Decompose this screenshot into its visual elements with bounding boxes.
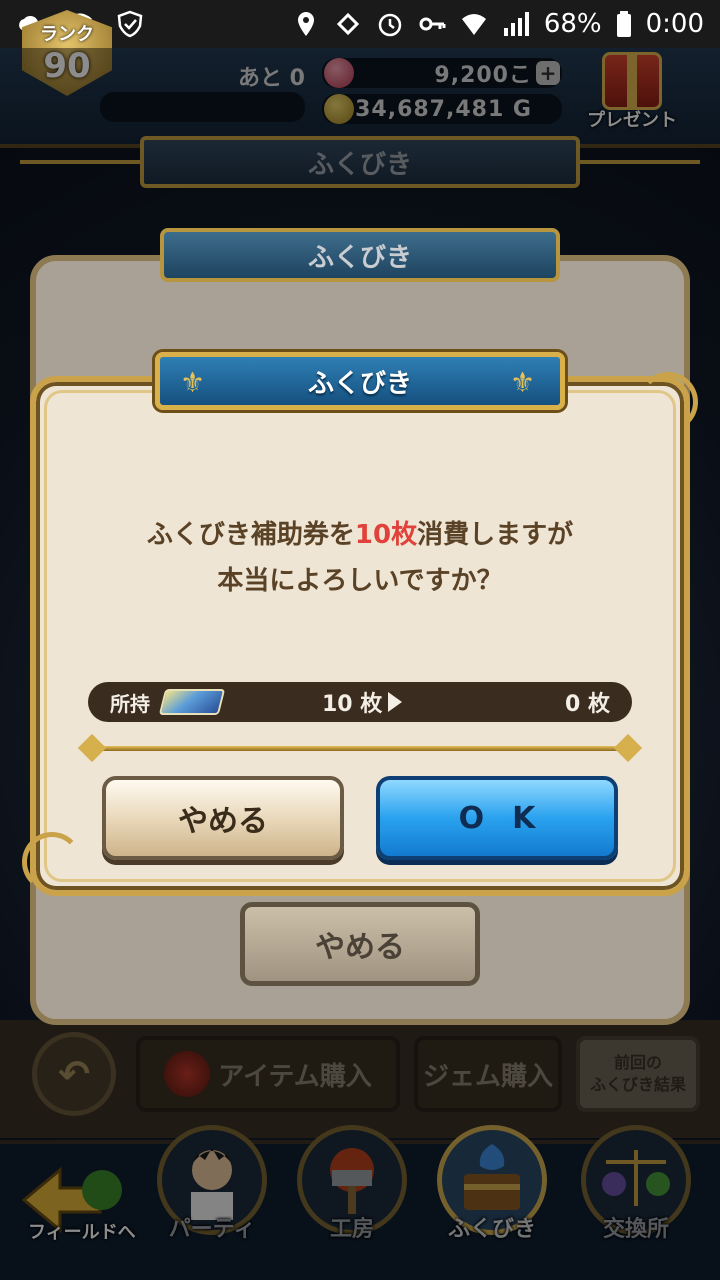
ticket-icon (158, 689, 226, 715)
message-highlight: 10枚 (354, 520, 418, 550)
message-prefix: ふくびき補助券を (146, 520, 355, 550)
clock: 0:00 (645, 9, 704, 39)
confirm-message: ふくびき補助券を10枚消費しますが 本当によろしいですか？ (60, 512, 660, 604)
fleur-right-icon: ⚜ (510, 366, 536, 399)
message-suffix: 消費しますが (417, 520, 574, 550)
fleur-left-icon: ⚜ (180, 366, 206, 399)
back-cancel-label: やめる (315, 930, 405, 965)
ok-button[interactable]: OK (376, 776, 618, 860)
shield-check-icon (117, 10, 143, 38)
nfc-icon (336, 12, 359, 36)
cancel-button[interactable]: やめる (102, 776, 344, 860)
message-line-2: 本当によろしいですか？ (217, 566, 503, 596)
location-icon (297, 12, 314, 36)
battery-percent: 68% (543, 9, 602, 39)
message-line-1: ふくびき補助券を10枚消費しますが (60, 512, 660, 558)
back-dialog-banner: ふくびき (160, 228, 560, 282)
owned-ticket-bar: 所持 10 枚 0 枚 (88, 682, 632, 722)
dialog-title: ふくびき (307, 368, 412, 399)
back-dialog-title: ふくびき (307, 242, 412, 273)
signal-icon (503, 12, 529, 36)
back-cancel-button[interactable]: やめる (240, 902, 480, 986)
arrow-right-icon (388, 692, 403, 712)
corner-ornament-bottom-left (22, 832, 82, 892)
owned-label: 所持 (110, 691, 150, 716)
rank-label: ランク (40, 24, 94, 45)
alarm-icon (378, 13, 402, 37)
corner-ornament-top-right (638, 372, 698, 432)
key-icon (419, 17, 446, 31)
wifi-icon (461, 14, 486, 35)
ok-label: OK (458, 800, 564, 836)
owned-after: 0 枚 (565, 692, 610, 717)
dialog-title-banner: ふくびき (155, 352, 565, 410)
owned-before: 10 枚 (322, 692, 383, 717)
battery-icon (616, 11, 631, 37)
cancel-label: やめる (178, 804, 268, 839)
ornamental-divider (92, 746, 628, 751)
